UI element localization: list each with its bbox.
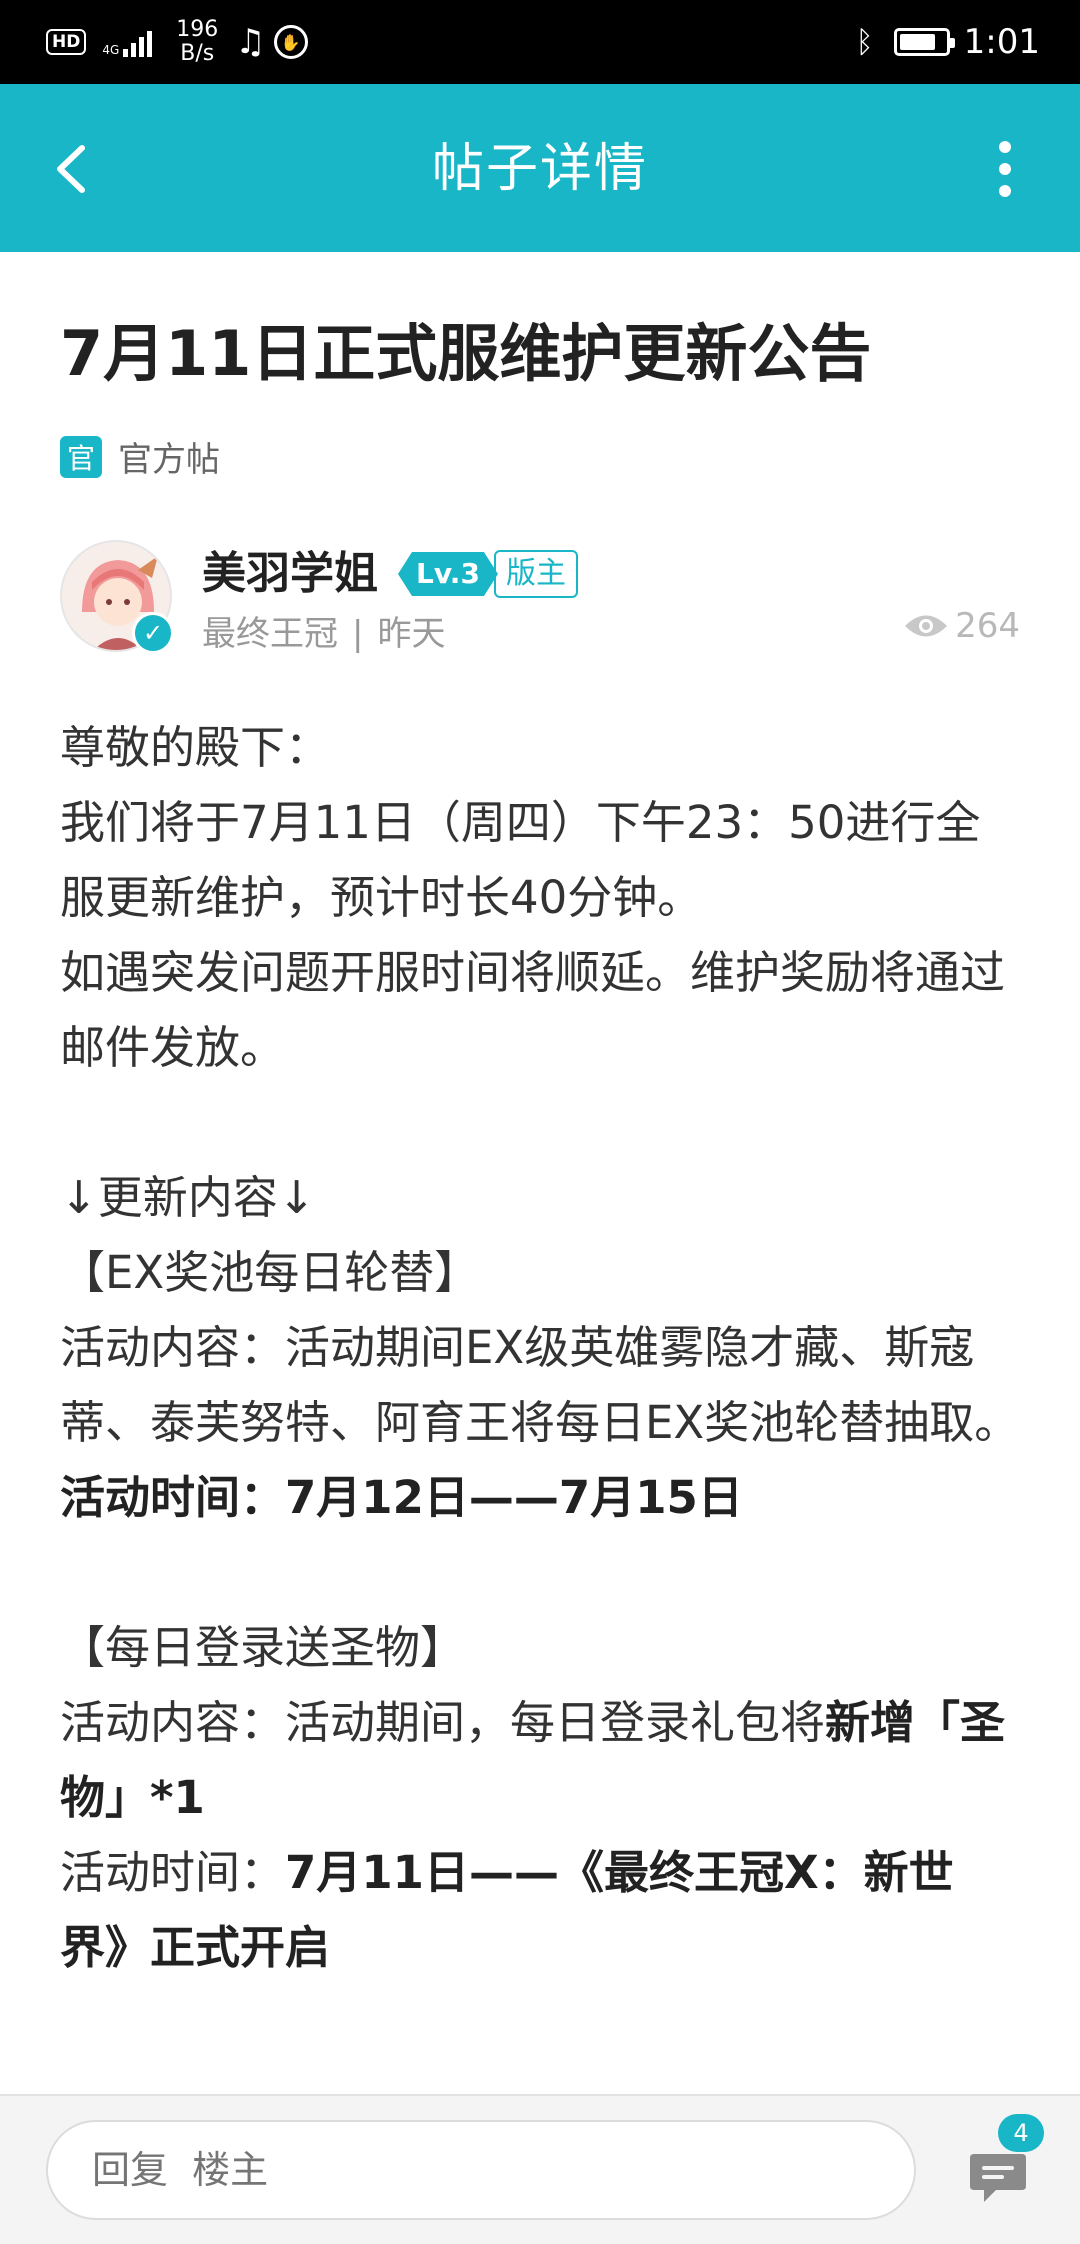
post-body: 尊敬的殿下： 我们将于7月11日（周四）下午23：50进行全服更新维护，预计时长4… <box>60 710 1020 1985</box>
bottom-bar: 4 <box>0 2094 1080 2244</box>
community-name[interactable]: 最终王冠 <box>202 614 338 654</box>
more-button[interactable] <box>970 134 1040 204</box>
more-vertical-icon <box>999 141 1011 153</box>
official-badge: 官 <box>60 435 102 478</box>
author-row: ✓ 美羽学姐 Lv.3 版主 最终王冠 | 昨天 264 <box>60 540 1020 660</box>
comment-count-badge: 4 <box>998 2114 1044 2152</box>
post-title: 7月11日正式服维护更新公告 <box>60 317 872 390</box>
body-paragraph: 活动时间：7月11日——《最终王冠X：新世界》正式开启 <box>60 1846 954 1974</box>
body-paragraph: 【EX奖池每日轮替】 <box>60 1246 480 1299</box>
network-speed: 196 B/s <box>176 17 219 66</box>
moderator-badge: 版主 <box>494 550 578 598</box>
view-count: 264 <box>903 606 1020 646</box>
body-paragraph: 我们将于7月11日（周四）下午23：50进行全服更新维护，预计时长40分钟。 <box>60 796 981 924</box>
verified-icon: ✓ <box>132 612 174 654</box>
official-tag: 官 官方帖 <box>60 432 220 481</box>
page-title: 帖子详情 <box>431 139 648 199</box>
battery-icon <box>893 28 955 56</box>
body-paragraph <box>60 1535 1020 1610</box>
level-badge: Lv.3 <box>398 552 498 596</box>
author-meta: 最终王冠 | 昨天 <box>202 614 446 654</box>
nav-bar: 帖子详情 <box>0 84 1080 252</box>
comment-icon <box>970 2154 1026 2202</box>
body-paragraph: 活动内容：活动期间EX级英雄雾隐才藏、斯寇蒂、泰芙努特、阿育王将每日EX奖池轮替… <box>60 1321 1020 1449</box>
hd-indicator: HD <box>46 29 87 55</box>
bluetooth-icon: ᛒ <box>855 24 874 60</box>
body-paragraph <box>60 1085 1020 1160</box>
clock: 1:01 <box>963 22 1040 62</box>
body-paragraph: 【每日登录送圣物】 <box>60 1621 466 1674</box>
signal-icon: 4G <box>102 27 155 57</box>
post-time: 昨天 <box>377 614 446 654</box>
reply-input[interactable] <box>46 2120 916 2220</box>
body-paragraph: 活动内容：活动期间，每日登录礼包将新增「圣物」*1 <box>60 1696 1006 1824</box>
app-notification-icon: ♫ <box>235 22 266 62</box>
eye-icon <box>905 615 948 637</box>
official-label: 官方帖 <box>118 440 220 480</box>
body-paragraph: 尊敬的殿下： <box>60 721 331 774</box>
status-bar: HD 4G 196 B/s ♫ ✋ ᛒ 1:01 <box>0 0 1080 84</box>
author-name[interactable]: 美羽学姐 <box>202 546 378 602</box>
hand-notification-icon: ✋ <box>273 25 308 59</box>
body-paragraph: ↓更新内容↓ <box>60 1171 316 1224</box>
comments-button[interactable] <box>966 2144 1030 2208</box>
body-paragraph: 活动时间：7月12日——7月15日 <box>60 1471 743 1524</box>
body-paragraph: 如遇突发问题开服时间将顺延。维护奖励将通过邮件发放。 <box>60 946 1006 1074</box>
